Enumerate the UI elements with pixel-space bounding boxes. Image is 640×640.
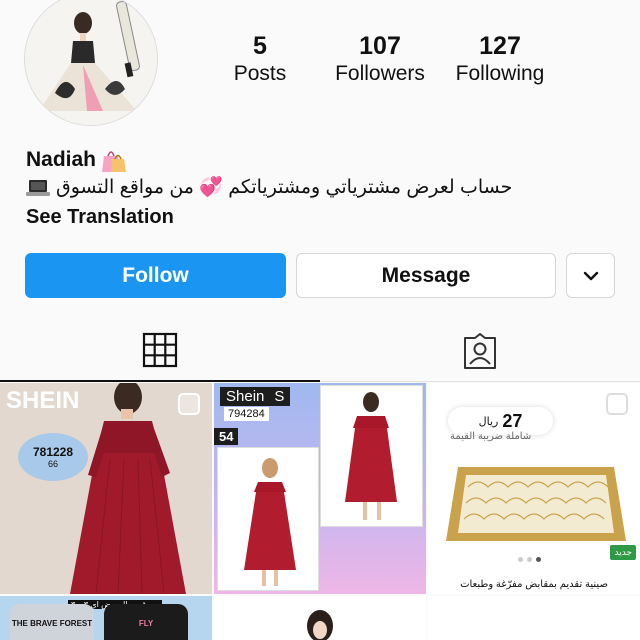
shein-brand: Shein bbox=[226, 388, 265, 405]
shirt-print-text: THE BRAVE FOREST bbox=[11, 619, 93, 628]
post-tile-5[interactable] bbox=[214, 596, 426, 640]
shein-header: Shein S bbox=[220, 387, 291, 406]
shirt-print-text: FLY bbox=[138, 619, 154, 628]
post-tile-2[interactable]: Shein S 794284 54 bbox=[214, 383, 426, 594]
product-caption: صينية تقديم بمقابض مفرّغة وطبعات bbox=[460, 579, 608, 590]
bio-text: حساب لعرض مشترياتي ومشترياتكم 💞 من مواقع… bbox=[56, 177, 513, 198]
shein-logo: SHEIN bbox=[6, 387, 80, 414]
shopping-bags-icon bbox=[102, 151, 127, 172]
profile-name: Nadiah bbox=[26, 148, 97, 171]
stat-posts-label: Posts bbox=[233, 62, 287, 85]
product-price: 54 bbox=[214, 428, 239, 445]
profile-stats: 5 Posts 107 Followers 127 Following bbox=[200, 32, 560, 88]
polka-dress-figure bbox=[244, 458, 296, 586]
carousel-dot bbox=[527, 557, 532, 562]
suggested-accounts-button[interactable] bbox=[566, 253, 615, 298]
stat-following-label: Following bbox=[455, 62, 545, 85]
carousel-dots bbox=[518, 557, 541, 562]
bio-line: حساب لعرض مشترياتي ومشترياتكم 💞 من مواقع… bbox=[26, 174, 626, 202]
carousel-dot bbox=[518, 557, 523, 562]
fashion-sketch-photo bbox=[214, 596, 426, 640]
multiple-posts-icon bbox=[178, 393, 200, 415]
message-button[interactable]: Message bbox=[296, 253, 556, 298]
dress-photo-front bbox=[217, 447, 319, 591]
posts-grid: SHEIN 781228 66 Shein S 794284 54 27 ريا… bbox=[0, 383, 640, 640]
see-translation-link[interactable]: See Translation bbox=[26, 202, 626, 232]
profile-avatar[interactable] bbox=[24, 0, 158, 126]
tab-tagged[interactable] bbox=[320, 320, 640, 382]
tshirt-black: FLY bbox=[104, 604, 188, 640]
post-tile-3[interactable]: 27 ريال شاملة ضريبة القيمة جديد صينية تق… bbox=[428, 383, 640, 594]
chevron-down-icon bbox=[583, 271, 598, 280]
grid-icon bbox=[142, 332, 178, 368]
follow-button[interactable]: Follow bbox=[25, 253, 286, 298]
gold-tray-photo bbox=[446, 467, 626, 541]
new-badge: جديد bbox=[610, 545, 636, 560]
multiple-posts-icon bbox=[392, 393, 414, 415]
tax-note: شاملة ضريبة القيمة bbox=[450, 431, 532, 442]
stat-posts-value: 5 bbox=[253, 32, 267, 60]
avatar-illustration bbox=[25, 0, 157, 125]
stat-posts[interactable]: 5 Posts bbox=[200, 32, 320, 88]
carousel-dot-active bbox=[536, 557, 541, 562]
laptop-icon bbox=[26, 180, 50, 196]
price-currency: ريال bbox=[478, 415, 499, 428]
shein-s-tag: S bbox=[274, 388, 285, 405]
price-amount: 27 bbox=[502, 410, 523, 431]
product-code: 781228 bbox=[32, 445, 74, 459]
post-tile-6[interactable] bbox=[428, 596, 640, 640]
stat-followers-value: 107 bbox=[359, 32, 401, 60]
stat-followers-label: Followers bbox=[335, 62, 425, 85]
tagged-person-icon bbox=[464, 333, 496, 369]
profile-tabs bbox=[0, 320, 640, 382]
tshirt-grey: THE BRAVE FOREST bbox=[10, 604, 94, 640]
profile-name-row: Nadiah bbox=[26, 146, 626, 174]
post-tile-4[interactable]: من قسم العروض اي ٣٠٠٣ THE BRAVE FOREST F… bbox=[0, 596, 212, 640]
stat-following-value: 127 bbox=[479, 32, 521, 60]
multiple-posts-icon bbox=[606, 393, 628, 415]
profile-bio: Nadiah حساب لعرض مشترياتي ومشترياتكم 💞 م… bbox=[26, 146, 626, 232]
stat-following[interactable]: 127 Following bbox=[440, 32, 560, 88]
tab-posts-grid[interactable] bbox=[0, 320, 320, 382]
stat-followers[interactable]: 107 Followers bbox=[320, 32, 440, 88]
product-price: 66 bbox=[47, 459, 58, 469]
price-bubble: 781228 66 bbox=[18, 433, 88, 481]
product-code: 794284 bbox=[224, 407, 269, 421]
post-tile-1[interactable]: SHEIN 781228 66 bbox=[0, 383, 212, 594]
